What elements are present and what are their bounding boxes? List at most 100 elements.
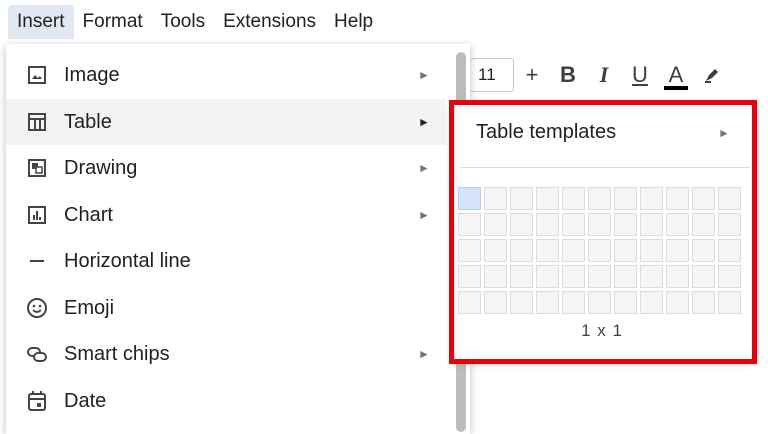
table-grid-cell[interactable]: [588, 291, 611, 314]
menu-help[interactable]: Help: [325, 5, 382, 39]
table-grid-cell[interactable]: [484, 239, 507, 262]
table-grid-cell[interactable]: [562, 213, 585, 236]
table-grid-cell[interactable]: [536, 265, 559, 288]
table-grid-cell[interactable]: [536, 291, 559, 314]
table-grid-cell[interactable]: [588, 265, 611, 288]
table-grid-cell[interactable]: [614, 187, 637, 210]
menu-item-label: Image: [64, 63, 120, 86]
table-grid-cell[interactable]: [614, 213, 637, 236]
menu-format[interactable]: Format: [74, 5, 152, 39]
underline-button[interactable]: U: [622, 58, 658, 92]
table-grid-cell[interactable]: [510, 265, 533, 288]
menu-extensions[interactable]: Extensions: [214, 5, 325, 39]
table-grid-cell[interactable]: [640, 187, 663, 210]
table-grid-cell[interactable]: [640, 213, 663, 236]
table-grid-cell[interactable]: [510, 187, 533, 210]
text-color-bar: [664, 86, 688, 90]
increase-font-size-button[interactable]: +: [514, 58, 550, 92]
table-grid-cell[interactable]: [718, 213, 741, 236]
menu-item-smart-chips[interactable]: Smart chips ►: [6, 331, 446, 377]
text-color-button[interactable]: A: [658, 58, 694, 92]
table-grid-cell[interactable]: [588, 239, 611, 262]
table-grid-cell[interactable]: [484, 213, 507, 236]
table-size-label: 1 x 1: [581, 321, 623, 340]
table-grid-cell[interactable]: [458, 213, 481, 236]
table-templates-item[interactable]: Table templates: [476, 121, 616, 144]
table-grid-cell[interactable]: [666, 213, 689, 236]
chart-icon: [24, 202, 50, 228]
table-grid-cell[interactable]: [692, 265, 715, 288]
highlighter-icon[interactable]: [694, 58, 730, 92]
menu-insert[interactable]: Insert: [8, 5, 74, 39]
table-grid-cell[interactable]: [640, 291, 663, 314]
table-grid-cell[interactable]: [692, 291, 715, 314]
text-color-label: A: [668, 62, 684, 87]
drawing-icon: [24, 155, 50, 181]
table-grid-cell[interactable]: [484, 265, 507, 288]
horizontal-line-icon: [24, 248, 50, 274]
smart-chips-icon: [24, 341, 50, 367]
table-grid-cell[interactable]: [666, 265, 689, 288]
table-grid-cell[interactable]: [588, 213, 611, 236]
table-grid-cell[interactable]: [588, 187, 611, 210]
submenu-arrow-icon: ►: [418, 115, 430, 129]
table-grid-cell[interactable]: [718, 265, 741, 288]
table-grid-cell[interactable]: [562, 291, 585, 314]
table-grid-cell[interactable]: [692, 187, 715, 210]
menu-item-image[interactable]: Image ►: [6, 52, 446, 98]
table-grid-cell[interactable]: [536, 187, 559, 210]
table-grid-cell[interactable]: [666, 187, 689, 210]
menu-item-chart[interactable]: Chart ►: [6, 192, 446, 238]
insert-menu: Image ► Table ► Drawing ► Chart ► Horizo…: [6, 44, 470, 434]
table-grid-cell[interactable]: [458, 265, 481, 288]
table-grid-cell[interactable]: [510, 239, 533, 262]
menu-item-table[interactable]: Table ►: [6, 99, 446, 145]
table-grid-cell[interactable]: [614, 265, 637, 288]
menu-item-horizontal-line[interactable]: Horizontal line: [6, 238, 446, 284]
table-grid-cell[interactable]: [718, 187, 741, 210]
emoji-icon: [24, 295, 50, 321]
menu-item-label: Horizontal line: [64, 249, 191, 272]
menu-item-date[interactable]: Date: [6, 378, 446, 424]
table-grid-cell[interactable]: [640, 265, 663, 288]
menu-item-label: Table: [64, 110, 112, 133]
table-grid-cell[interactable]: [536, 239, 559, 262]
menu-item-emoji[interactable]: Emoji: [6, 285, 446, 331]
menu-item-drawing[interactable]: Drawing ►: [6, 145, 446, 191]
table-grid-cell[interactable]: [562, 187, 585, 210]
date-icon: [24, 388, 50, 414]
formatting-toolbar: 11 + B I U A: [470, 52, 768, 98]
table-grid-cell[interactable]: [458, 239, 481, 262]
submenu-arrow-icon: ►: [418, 208, 430, 222]
table-grid-cell[interactable]: [536, 213, 559, 236]
table-grid-cell[interactable]: [458, 187, 481, 210]
font-size-field[interactable]: 11: [470, 58, 514, 92]
divider: [460, 167, 750, 168]
submenu-arrow-icon: ►: [418, 68, 430, 82]
table-grid-cell[interactable]: [510, 291, 533, 314]
table-grid-cell[interactable]: [484, 187, 507, 210]
table-icon: [24, 109, 50, 135]
bold-button[interactable]: B: [550, 58, 586, 92]
table-grid-cell[interactable]: [666, 239, 689, 262]
table-grid-cell[interactable]: [562, 265, 585, 288]
table-grid-cell[interactable]: [692, 239, 715, 262]
table-grid-cell[interactable]: [562, 239, 585, 262]
table-grid-cell[interactable]: [614, 291, 637, 314]
table-size-grid[interactable]: [458, 187, 741, 314]
submenu-arrow-icon: ►: [418, 347, 430, 361]
table-grid-cell[interactable]: [718, 291, 741, 314]
menu-tools[interactable]: Tools: [152, 5, 214, 39]
table-grid-cell[interactable]: [484, 291, 507, 314]
italic-button[interactable]: I: [586, 58, 622, 92]
menu-item-label: Chart: [64, 203, 113, 226]
table-grid-cell[interactable]: [692, 213, 715, 236]
table-grid-cell[interactable]: [510, 213, 533, 236]
menu-item-label: Smart chips: [64, 342, 170, 365]
table-grid-cell[interactable]: [458, 291, 481, 314]
menu-item-label: Drawing: [64, 156, 138, 179]
table-grid-cell[interactable]: [614, 239, 637, 262]
table-grid-cell[interactable]: [666, 291, 689, 314]
table-grid-cell[interactable]: [640, 239, 663, 262]
table-grid-cell[interactable]: [718, 239, 741, 262]
